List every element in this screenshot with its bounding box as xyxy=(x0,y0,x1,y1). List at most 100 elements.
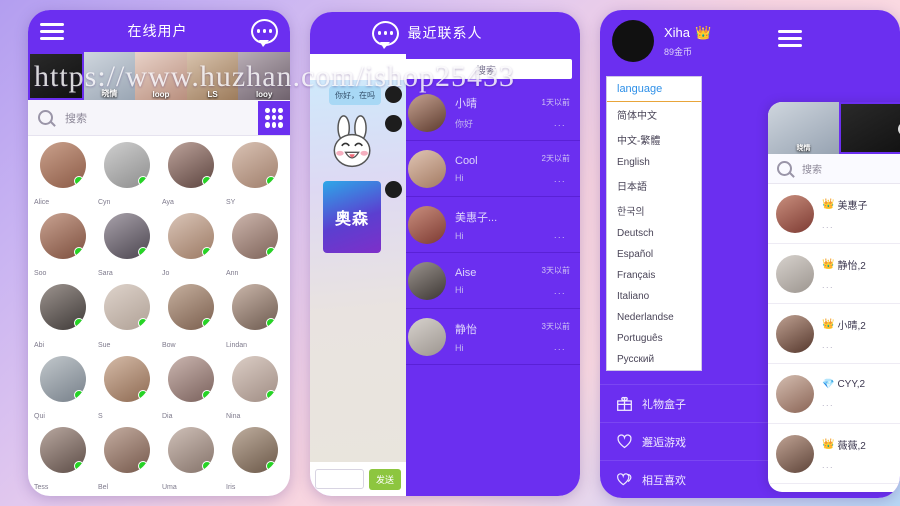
language-option[interactable]: Italiano xyxy=(607,286,701,307)
avatar[interactable] xyxy=(168,426,214,473)
language-option[interactable]: Français xyxy=(607,265,701,286)
language-option[interactable]: 日本語 xyxy=(607,173,701,198)
avatar[interactable] xyxy=(408,93,446,132)
user-cell[interactable]: Cyn xyxy=(96,142,158,209)
language-option[interactable]: Português xyxy=(607,328,701,349)
user-cell[interactable]: Tess xyxy=(32,426,94,494)
avatar[interactable] xyxy=(104,355,150,402)
more-options-icon[interactable]: ... xyxy=(822,398,865,408)
language-option[interactable]: Русский xyxy=(607,349,701,370)
more-options-icon[interactable]: ... xyxy=(554,230,566,240)
user-cell[interactable]: Sara xyxy=(96,213,158,280)
user-cell[interactable]: Uma xyxy=(160,426,222,494)
avatar[interactable] xyxy=(776,434,814,473)
friends-search-bar[interactable]: 搜索 xyxy=(768,154,900,184)
avatar[interactable] xyxy=(168,142,214,188)
search-input[interactable]: 搜索 xyxy=(65,110,87,126)
avatar[interactable] xyxy=(40,213,86,260)
language-option[interactable]: 한국의 xyxy=(607,198,701,223)
language-option[interactable]: Español xyxy=(607,244,701,265)
language-option[interactable]: English xyxy=(607,152,701,173)
friend-row[interactable]: 💎 CYY,2 ... xyxy=(768,364,900,424)
chat-bubble-icon[interactable] xyxy=(251,18,278,47)
friends-search-input[interactable]: 搜索 xyxy=(802,161,822,176)
user-cell[interactable]: Iris xyxy=(224,426,286,494)
contact-row[interactable]: 美惠子... Hi ... xyxy=(400,197,580,253)
more-options-icon[interactable]: ... xyxy=(822,220,867,230)
avatar[interactable] xyxy=(232,213,278,260)
avatar[interactable] xyxy=(612,20,654,62)
friend-row[interactable]: 👑 美惠子 ... xyxy=(768,184,900,244)
avatar[interactable] xyxy=(104,426,150,473)
more-options-icon[interactable]: ... xyxy=(822,340,866,350)
user-cell[interactable]: Lindan xyxy=(224,284,286,351)
hamburger-icon[interactable] xyxy=(40,22,64,40)
search-bar[interactable]: 搜索 xyxy=(28,100,290,136)
user-cell[interactable]: Abi xyxy=(32,284,94,351)
user-cell[interactable]: Bow xyxy=(160,284,222,351)
language-option[interactable]: 简体中文 xyxy=(607,102,701,127)
user-cell[interactable]: Nina xyxy=(224,355,286,423)
send-button[interactable]: 发送 xyxy=(368,468,401,490)
avatar[interactable] xyxy=(776,254,814,293)
avatar[interactable] xyxy=(104,284,150,331)
avatar[interactable] xyxy=(40,284,86,331)
user-cell[interactable]: Alice xyxy=(32,142,94,209)
story-item[interactable]: looy xyxy=(238,52,290,100)
avatar[interactable] xyxy=(104,142,150,188)
more-options-icon[interactable]: ... xyxy=(554,342,566,352)
user-cell[interactable]: Dia xyxy=(160,355,222,423)
chat-input[interactable] xyxy=(315,469,364,489)
avatar[interactable] xyxy=(232,355,278,402)
more-options-icon[interactable]: ... xyxy=(822,280,866,290)
language-option[interactable]: Nederlandse xyxy=(607,307,701,328)
story-item[interactable]: 晓情 xyxy=(83,52,136,100)
friend-row[interactable]: 👑 小晴,2 ... xyxy=(768,304,900,364)
user-cell[interactable]: Bel xyxy=(96,426,158,494)
user-cell[interactable]: Jo xyxy=(160,213,222,280)
contacts-search-input[interactable]: 搜索 xyxy=(400,59,572,79)
story-item[interactable] xyxy=(839,102,900,154)
language-option[interactable]: 中文-繁體 xyxy=(607,127,701,152)
user-cell[interactable]: Sue xyxy=(96,284,158,351)
story-item[interactable]: loop xyxy=(135,52,187,100)
avatar[interactable] xyxy=(232,142,278,188)
avatar[interactable] xyxy=(40,355,86,402)
avatar[interactable] xyxy=(40,426,86,473)
friend-row[interactable]: 👑 静怡,2 ... xyxy=(768,244,900,304)
image-message[interactable]: 奥森 xyxy=(323,181,381,253)
avatar[interactable] xyxy=(408,261,446,300)
contact-row[interactable]: 小晴 你好 1天以前 ... xyxy=(400,85,580,141)
story-item[interactable]: LS xyxy=(186,52,239,100)
contact-row[interactable]: Aise Hi 3天以前 ... xyxy=(400,253,580,309)
avatar[interactable] xyxy=(40,142,86,188)
story-item[interactable]: 晓情 xyxy=(768,102,839,154)
user-cell[interactable]: S xyxy=(96,355,158,423)
contact-row[interactable]: Cool Hi 2天以前 ... xyxy=(400,141,580,197)
more-options-icon[interactable]: ... xyxy=(554,118,566,128)
user-cell[interactable]: Ann xyxy=(224,213,286,280)
more-options-icon[interactable]: ... xyxy=(554,174,566,184)
avatar[interactable] xyxy=(408,149,446,188)
avatar[interactable] xyxy=(776,314,814,353)
avatar[interactable] xyxy=(168,284,214,331)
user-cell[interactable]: Qui xyxy=(32,355,94,423)
avatar[interactable] xyxy=(776,194,814,233)
avatar[interactable] xyxy=(168,213,214,260)
avatar[interactable] xyxy=(776,374,814,413)
user-cell[interactable]: SY xyxy=(224,142,286,209)
grid-apps-icon[interactable] xyxy=(258,100,290,135)
story-item[interactable] xyxy=(28,52,84,100)
avatar[interactable] xyxy=(408,205,446,244)
avatar[interactable] xyxy=(232,426,278,473)
more-options-icon[interactable]: ... xyxy=(822,460,866,470)
user-cell[interactable]: Aya xyxy=(160,142,222,209)
friend-row[interactable]: 👑 Sally,2 ... xyxy=(768,484,900,492)
avatar[interactable] xyxy=(232,284,278,331)
friend-row[interactable]: 👑 薇薇,2 ... xyxy=(768,424,900,484)
chat-bubble-icon[interactable] xyxy=(372,20,399,49)
hamburger-icon[interactable] xyxy=(778,30,802,47)
language-option[interactable]: Deutsch xyxy=(607,223,701,244)
contact-row[interactable]: 静怡 Hi 3天以前 ... xyxy=(400,309,580,365)
avatar[interactable] xyxy=(408,317,446,356)
